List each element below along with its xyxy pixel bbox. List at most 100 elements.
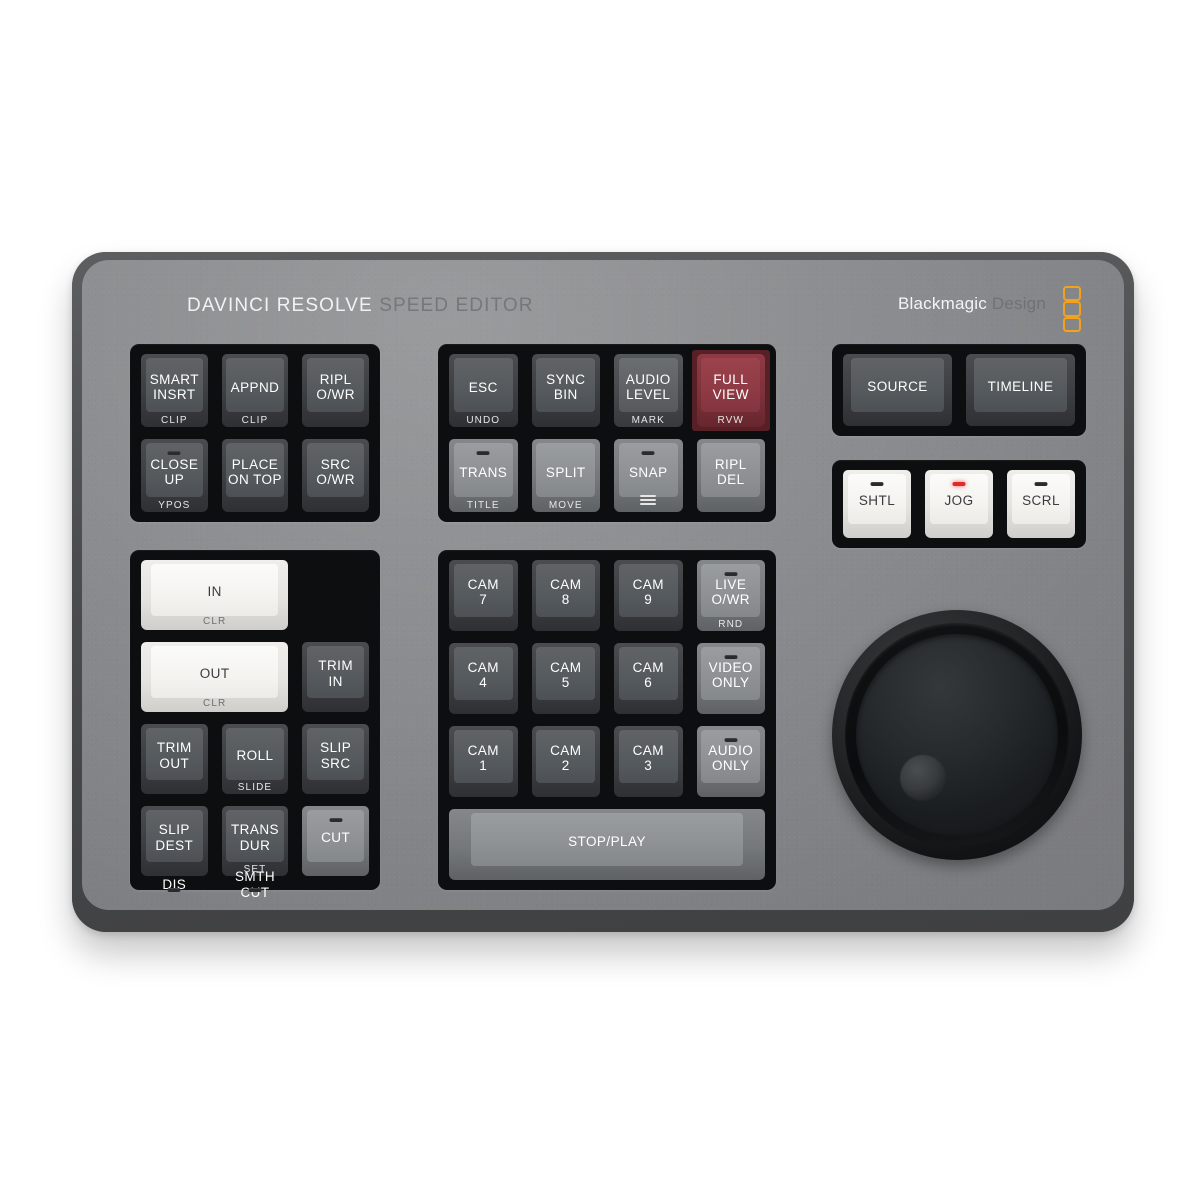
key-sublabel: SET [243, 864, 267, 875]
key-led-indicator [329, 817, 343, 822]
key-slip-dest[interactable]: SLIP DEST [141, 806, 208, 876]
key-source[interactable]: SOURCE [843, 354, 952, 426]
key-label: AUDIO LEVEL [625, 371, 671, 402]
key-cell: CAM 8 [527, 556, 606, 635]
key-led-indicator [167, 451, 181, 456]
key-ripl-o-wr[interactable]: RIPL O/WR [302, 354, 369, 427]
key-cell: OUT CLR [136, 638, 293, 716]
key-cam-4[interactable]: CAM 4 [449, 643, 518, 714]
key-cell: RIPL DEL [692, 435, 771, 516]
key-label: SNAP [628, 464, 668, 480]
key-timeline[interactable]: TIMELINE [966, 354, 1075, 426]
key-cell: TRANS TITLE [444, 435, 523, 516]
key-cell: SMART INSRT CLIP [136, 350, 213, 431]
key-label: TRIM IN [318, 658, 354, 689]
key-cam-7[interactable]: CAM 7 [449, 560, 518, 631]
key-cell: TRIM IN [297, 638, 374, 716]
key-cell: AUDIO ONLY [692, 722, 771, 801]
key-sublabel: UNDO [466, 415, 501, 426]
key-label: CAM 2 [550, 742, 582, 773]
search-dial-dimple [900, 755, 947, 802]
edit-functions-block: SMART INSRT CLIP APPND CLIP RIPL O/WR CLOSE UP YP… [130, 344, 380, 522]
key-label: CAM 1 [467, 742, 499, 773]
key-trim-in[interactable]: TRIM IN [302, 642, 369, 712]
key-cell: ESC UNDO [444, 350, 523, 431]
key-jog[interactable]: JOG [925, 470, 993, 538]
key-led-indicator [476, 451, 490, 456]
key-shtl[interactable]: SHTL [843, 470, 911, 538]
key-sublabel: TITLE [466, 500, 500, 511]
key-cam-1[interactable]: CAM 1 [449, 726, 518, 797]
screenshot-root: DAVINCI RESOLVE SPEED EDITOR Blackmagic … [0, 0, 1200, 1200]
key-cam-5[interactable]: CAM 5 [531, 643, 600, 714]
search-dial[interactable] [832, 610, 1082, 860]
key-label: TRANS [459, 464, 508, 480]
key-sync-bin[interactable]: SYNC BIN [531, 354, 600, 427]
key-label: IN [207, 584, 222, 600]
key-video-only[interactable]: VIDEO ONLY [696, 643, 765, 714]
key-led-indicator [870, 481, 884, 486]
key-label: APPND [230, 379, 280, 395]
manufacturer-branding: Blackmagic Design [898, 294, 1046, 314]
key-cam-3[interactable]: CAM 3 [614, 726, 683, 797]
key-cam-8[interactable]: CAM 8 [531, 560, 600, 631]
key-sublabel: CLIP [241, 415, 269, 426]
key-cam-2[interactable]: CAM 2 [531, 726, 600, 797]
key-cell: CAM 3 [609, 722, 688, 801]
key-label: SCRL [1022, 493, 1060, 509]
key-scrl[interactable]: SCRL [1007, 470, 1075, 538]
brand-blackmagic: Blackmagic [898, 294, 987, 313]
key-cell: TIMELINE [961, 350, 1080, 430]
key-cell: VIDEO ONLY [692, 639, 771, 718]
key-label: SRC O/WR [316, 456, 355, 487]
search-dial-face[interactable] [856, 634, 1058, 836]
key-cell: SNAP [609, 435, 688, 516]
key-cell: JOG [920, 466, 998, 542]
key-ripl-del[interactable]: RIPL DEL [696, 439, 765, 512]
brand-davinci-resolve: DAVINCI RESOLVE [187, 295, 373, 316]
key-trim-out[interactable]: TRIM OUT [141, 724, 208, 794]
key-place-on-top[interactable]: PLACE ON TOP [221, 439, 289, 512]
edit-functions-block-grid: SMART INSRT CLIP APPND CLIP RIPL O/WR CLOSE UP YP… [136, 350, 374, 516]
key-sublabel: RVW [717, 415, 744, 426]
key-stop-play[interactable]: STOP/PLAY [449, 809, 765, 880]
key-label: ESC [468, 379, 498, 395]
key-cell: SPLIT MOVE [527, 435, 606, 516]
key-cam-6[interactable]: CAM 6 [614, 643, 683, 714]
key-label: CAM 5 [550, 659, 582, 690]
key-cell: TRANS DUR SET [217, 802, 294, 880]
blackmagic-logo-icon [1063, 286, 1081, 332]
key-cell: SLIP SRC [297, 720, 374, 798]
key-label: CAM 3 [632, 742, 664, 773]
key-sublabel: CLR [203, 698, 227, 709]
brand-speed-editor: SPEED EDITOR [379, 295, 534, 316]
key-sublabel: YPOS [158, 500, 191, 511]
key-led-indicator [724, 738, 738, 743]
key-cell: SCRL [1002, 466, 1080, 542]
key-cell: CAM 6 [609, 639, 688, 718]
key-label: FULL VIEW [712, 371, 749, 402]
key-cell: SRC O/WR [297, 435, 374, 516]
key-src-o-wr[interactable]: SRC O/WR [302, 439, 369, 512]
transport-key-cell: STOP/PLAY [444, 805, 770, 884]
key-cam-9[interactable]: CAM 9 [614, 560, 683, 631]
key-cell: CAM 2 [527, 722, 606, 801]
key-sublabel: MOVE [548, 500, 583, 511]
key-led-indicator [1034, 481, 1048, 486]
key-label: AUDIO ONLY [708, 742, 754, 773]
key-label: ROLL [236, 748, 274, 764]
key-label: CAM 7 [467, 576, 499, 607]
key-cell: RIPL O/WR [297, 350, 374, 431]
key-label: CAM 4 [467, 659, 499, 690]
key-audio-only[interactable]: AUDIO ONLY [696, 726, 765, 797]
key-led-indicator [952, 481, 966, 486]
key-cell: SLIP DEST [136, 802, 213, 880]
key-label: VIDEO ONLY [708, 659, 753, 690]
key-label: JOG [944, 493, 974, 509]
brand-design: Design [991, 294, 1046, 313]
key-sublabel: SLIDE [237, 782, 273, 793]
key-cut[interactable]: CUT [302, 806, 369, 876]
key-label: SHTL [858, 493, 896, 509]
camera-pad-block-grid: CAM 7 CAM 8 CAM 9 LIVE O/WR RND CAM 4 CAM 5 CAM 6 VIDEO… [444, 556, 770, 884]
key-slip-src[interactable]: SLIP SRC [302, 724, 369, 794]
